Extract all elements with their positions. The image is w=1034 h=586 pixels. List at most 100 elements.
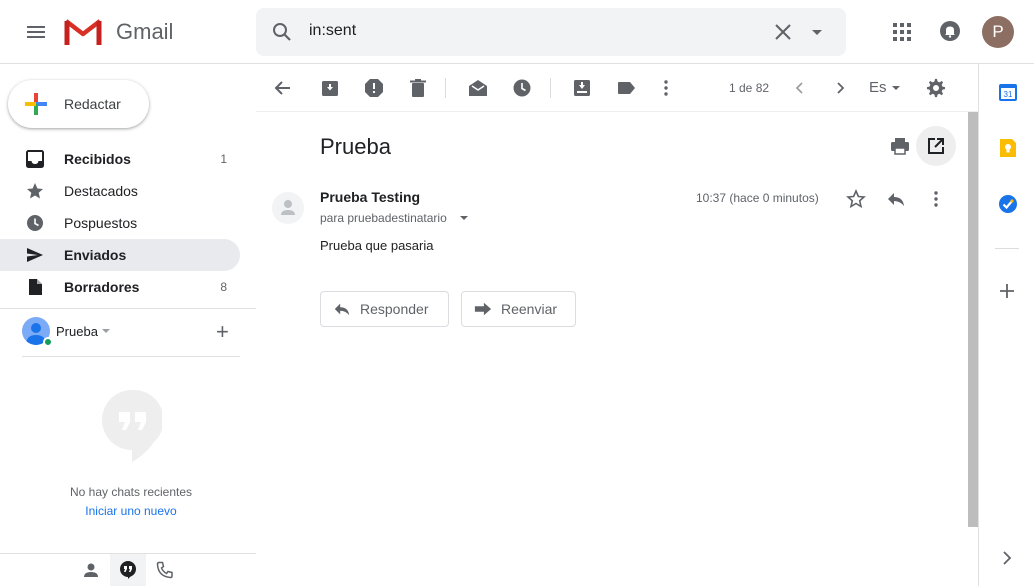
calls-tab[interactable] [147, 554, 183, 586]
keep-icon[interactable] [998, 138, 1018, 158]
search-bar[interactable]: in:sent [256, 8, 846, 56]
inbox-icon [26, 150, 44, 168]
reply-button-label: Responder [360, 301, 429, 317]
pagination-text: 1 de 82 [729, 81, 770, 95]
more-vert-icon[interactable] [926, 189, 946, 209]
sidebar-item-label: Recibidos [64, 151, 131, 167]
compose-button[interactable]: Redactar [8, 80, 149, 128]
move-to-icon[interactable] [572, 78, 592, 98]
sidebar-item-drafts[interactable]: Borradores 8 [0, 271, 240, 303]
search-input[interactable]: in:sent [309, 22, 356, 40]
account-avatar[interactable]: P [982, 16, 1014, 48]
back-arrow-icon[interactable] [273, 78, 293, 98]
star-icon[interactable] [846, 189, 866, 209]
side-panel: 31 [978, 64, 1034, 586]
scrollbar-thumb[interactable] [968, 112, 978, 527]
gmail-app: Gmail in:sent P Redactar Recibidos 1 Des… [0, 0, 1034, 586]
more-vert-icon[interactable] [656, 78, 676, 98]
forward-button[interactable]: Reenviar [461, 291, 576, 327]
hangouts-bottom-bar [0, 553, 256, 586]
apps-grid-icon[interactable] [891, 21, 913, 43]
report-spam-icon[interactable] [364, 78, 384, 98]
unread-count: 1 [220, 152, 227, 166]
draft-count: 8 [220, 280, 227, 294]
sender-name[interactable]: Prueba Testing [320, 189, 420, 205]
chats-tab[interactable] [110, 554, 146, 586]
scrollbar[interactable] [967, 112, 978, 586]
mark-unread-icon[interactable] [468, 78, 488, 98]
start-chat-link[interactable]: Iniciar uno nuevo [0, 504, 262, 518]
email-subject: Prueba [320, 134, 391, 159]
message-time: 10:37 (hace 0 minutos) [696, 191, 819, 205]
new-chat-plus-icon[interactable]: + [216, 321, 229, 343]
hangouts-quote-icon [120, 561, 136, 579]
delete-icon[interactable] [408, 78, 428, 98]
chevron-down-icon[interactable] [460, 216, 468, 220]
clear-search-icon[interactable] [773, 20, 793, 44]
input-language-selector[interactable]: Es [869, 79, 887, 96]
compose-label: Redactar [64, 96, 121, 112]
settings-gear-icon[interactable] [926, 78, 946, 98]
hangouts-user-name[interactable]: Prueba [56, 324, 98, 339]
chevron-right-icon[interactable] [1000, 550, 1014, 566]
sidebar-item-label: Destacados [64, 183, 138, 199]
forward-button-label: Reenviar [501, 301, 558, 317]
svg-text:31: 31 [1004, 90, 1013, 99]
sidebar-item-starred[interactable]: Destacados [0, 175, 240, 207]
compose-plus-icon [25, 93, 47, 115]
gmail-wordmark: Gmail [116, 19, 174, 44]
chevron-right-icon[interactable] [830, 78, 850, 98]
sidebar-item-label: Borradores [64, 279, 140, 295]
open-new-window-icon [928, 138, 944, 154]
gmail-m-icon [64, 19, 102, 45]
search-options-icon[interactable] [811, 29, 823, 37]
message-view: 1 de 82 Es Prueba Prueba Testing para pr… [256, 64, 978, 586]
no-chats-text: No hay chats recientes [69, 485, 193, 499]
top-header: Gmail in:sent P [0, 0, 1034, 64]
print-icon[interactable] [890, 136, 910, 156]
reply-icon[interactable] [886, 189, 906, 209]
chevron-down-icon[interactable] [102, 329, 110, 333]
archive-icon[interactable] [320, 78, 340, 98]
main-menu-icon[interactable] [24, 20, 48, 44]
sidebar-item-label: Pospuestos [64, 215, 138, 231]
reply-button[interactable]: Responder [320, 291, 449, 327]
toolbar-separator [445, 78, 446, 98]
email-body: Prueba que pasaria [320, 238, 434, 253]
search-icon[interactable] [270, 20, 294, 44]
hangouts-chat-icon [102, 390, 162, 462]
new-window-button[interactable] [916, 126, 956, 166]
person-icon [281, 200, 295, 215]
calendar-icon[interactable]: 31 [998, 82, 1018, 102]
phone-icon [156, 561, 173, 579]
message-toolbar: 1 de 82 Es [256, 64, 978, 112]
contacts-tab[interactable] [73, 554, 109, 586]
star-icon [27, 183, 43, 199]
recipient-details[interactable]: para pruebadestinatario [320, 211, 447, 225]
sidebar-item-snoozed[interactable]: Pospuestos [0, 207, 240, 239]
online-status-dot [43, 337, 53, 347]
draft-icon [29, 279, 42, 295]
left-sidebar: Redactar Recibidos 1 Destacados Pospuest… [0, 64, 256, 586]
add-plus-icon[interactable] [998, 282, 1016, 300]
side-panel-divider [995, 248, 1019, 249]
tasks-icon[interactable] [998, 194, 1018, 214]
snooze-clock-icon[interactable] [512, 78, 532, 98]
label-icon[interactable] [616, 78, 636, 98]
chevron-left-icon[interactable] [790, 78, 810, 98]
gmail-logo[interactable]: Gmail [64, 16, 173, 48]
chevron-down-icon[interactable] [892, 86, 900, 90]
hangouts-divider [22, 356, 240, 357]
sidebar-item-sent[interactable]: Enviados [0, 239, 240, 271]
hangouts-user: Prueba + [22, 317, 242, 347]
reply-icon [334, 303, 350, 316]
sender-avatar[interactable] [272, 192, 304, 224]
sidebar-divider [0, 308, 256, 309]
send-icon [27, 248, 43, 262]
clock-icon [27, 215, 43, 231]
sidebar-item-label: Enviados [64, 247, 127, 263]
person-icon [84, 563, 98, 577]
notifications-icon[interactable] [939, 20, 961, 42]
sidebar-item-inbox[interactable]: Recibidos 1 [0, 143, 240, 175]
toolbar-separator [550, 78, 551, 98]
